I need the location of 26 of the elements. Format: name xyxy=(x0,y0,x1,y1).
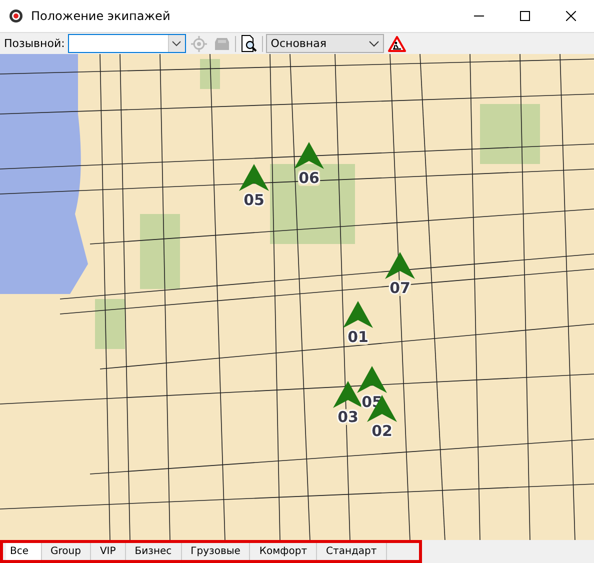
callsign-combo-box[interactable] xyxy=(68,34,186,53)
page-search-icon xyxy=(240,35,257,52)
crosshair-icon xyxy=(190,36,207,52)
park-area xyxy=(95,299,125,349)
vehicle-number: 01 xyxy=(346,329,370,345)
vehicle-arrow-icon[interactable] xyxy=(332,381,364,409)
callsign-label: Позывной: xyxy=(4,37,65,50)
chevron-down-icon xyxy=(172,40,182,46)
park-area xyxy=(200,59,220,89)
close-icon xyxy=(566,11,576,21)
vehicle-arrow-icon[interactable] xyxy=(293,142,325,170)
chevron-down-icon xyxy=(368,40,379,46)
vehicle-number: 06 xyxy=(298,170,320,186)
preview-button[interactable] xyxy=(238,34,259,53)
roadwork-button[interactable] xyxy=(386,34,407,53)
vehicle-number: 02 xyxy=(370,423,394,439)
maximize-icon xyxy=(520,11,530,21)
layer-dropdown[interactable]: Основная xyxy=(266,34,384,53)
park-area xyxy=(480,104,540,164)
vehicle-number: 07 xyxy=(388,280,412,296)
roadwork-warning-icon xyxy=(388,36,406,52)
app-icon xyxy=(9,9,23,23)
tab[interactable]: Все xyxy=(6,543,42,560)
vehicle-number: 03 xyxy=(336,409,360,425)
window-title: Положение экипажей xyxy=(31,9,172,23)
vehicle-number: 05 xyxy=(242,192,266,208)
